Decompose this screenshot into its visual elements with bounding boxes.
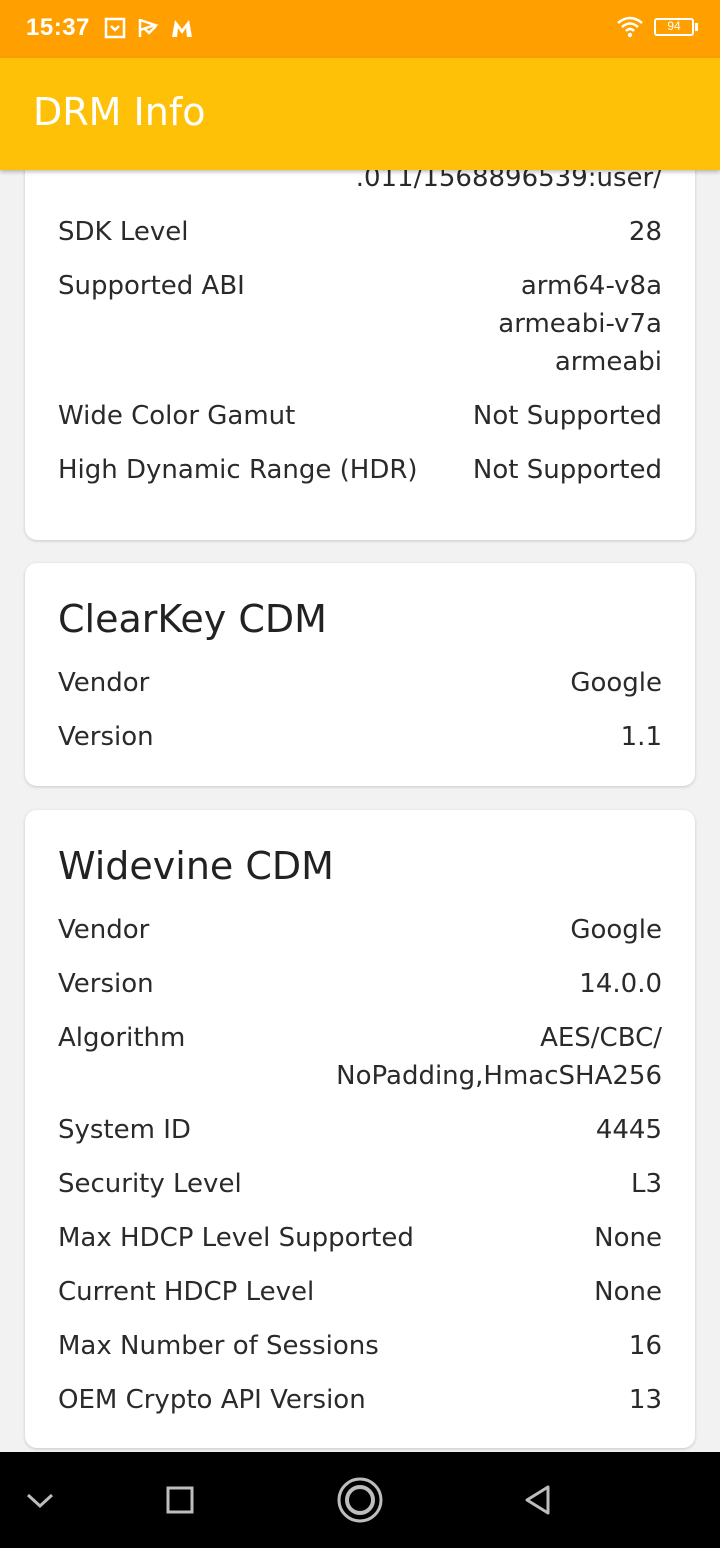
row-label: Version (58, 722, 154, 752)
chevron-down-icon[interactable] (20, 1480, 60, 1520)
row-label: Vendor (58, 915, 150, 945)
navigation-bar (0, 1452, 720, 1548)
wifi-icon (617, 16, 643, 38)
row-value: Google (570, 915, 662, 945)
play-flag-icon (138, 18, 160, 37)
widevine-cdm-card: Widevine CDM Vendor Google Version 14.0.… (25, 810, 695, 1448)
clearkey-cdm-card: ClearKey CDM Vendor Google Version 1.1 (25, 563, 695, 786)
status-right: 94 (617, 16, 698, 42)
home-circle-icon[interactable] (336, 1476, 384, 1524)
app-title: DRM Info (33, 90, 206, 134)
row-value: None (594, 1277, 662, 1307)
build-fingerprint-partial: .011/1568896539:user/ (355, 170, 662, 193)
battery-icon: 94 (654, 18, 698, 36)
card-title: Widevine CDM (58, 844, 334, 888)
row-value: Not Supported (472, 455, 662, 485)
row-label: Supported ABI (58, 271, 245, 301)
recents-square-icon[interactable] (160, 1480, 200, 1520)
row-value: 1.1 (620, 722, 662, 752)
content-scroll[interactable]: ... .011/1568896539:user/ SDK Level 28 S… (0, 170, 720, 1452)
row-label: Max HDCP Level Supported (58, 1223, 414, 1253)
row-label: High Dynamic Range (HDR) (58, 455, 418, 485)
row-value: Google (570, 668, 662, 698)
notification-icons (104, 17, 200, 43)
back-triangle-icon[interactable] (518, 1480, 558, 1520)
system-info-card: ... .011/1568896539:user/ SDK Level 28 S… (25, 170, 695, 540)
row-label: Security Level (58, 1169, 242, 1199)
row-label: Max Number of Sessions (58, 1331, 379, 1361)
battery-level: 94 (667, 19, 681, 33)
row-value: 13 (628, 1385, 662, 1415)
row-value: 16 (628, 1331, 662, 1361)
row-label: Wide Color Gamut (58, 401, 296, 431)
row-value: 28 (628, 217, 662, 247)
row-value: 4445 (595, 1115, 662, 1145)
notification-box-icon (104, 17, 126, 39)
row-value: L3 (630, 1169, 662, 1199)
row-value: Not Supported (472, 401, 662, 431)
row-value: None (594, 1223, 662, 1253)
row-value: AES/CBC/ NoPadding,HmacSHA256 (336, 1023, 662, 1091)
row-label: SDK Level (58, 217, 189, 247)
row-label: Version (58, 969, 154, 999)
row-label: Vendor (58, 668, 150, 698)
row-label: System ID (58, 1115, 191, 1145)
row-value: 14.0.0 (579, 969, 662, 999)
app-bar: DRM Info (0, 58, 720, 170)
malwarebytes-icon (172, 20, 193, 37)
status-time: 15:37 (26, 14, 90, 41)
row-label: Algorithm (58, 1023, 186, 1053)
row-label: OEM Crypto API Version (58, 1385, 366, 1415)
card-title: ClearKey CDM (58, 597, 327, 641)
row-value: arm64-v8a armeabi-v7a armeabi (498, 271, 662, 377)
row-label: Current HDCP Level (58, 1277, 315, 1307)
status-bar: 15:37 94 (0, 0, 720, 58)
